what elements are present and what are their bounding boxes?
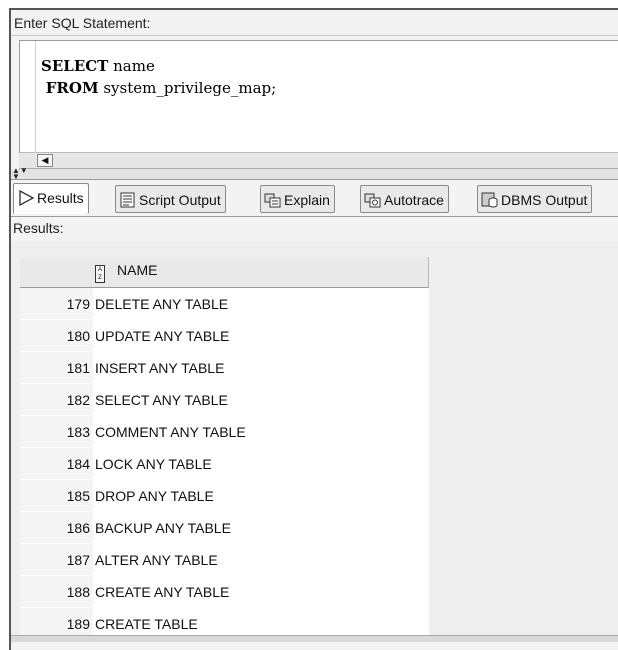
tab-dbms-output[interactable]: DBMS Output <box>477 185 593 213</box>
sql-worksheet: Enter SQL Statement: SELECT name FROM sy… <box>9 8 618 650</box>
table-row[interactable]: 184 LOCK ANY TABLE <box>20 447 429 480</box>
table-row[interactable]: 185 DROP ANY TABLE <box>20 479 429 512</box>
results-grid-area: A Z NAME 179 DELETE ANY TABLE 180 UPDATE ANY… <box>11 241 618 641</box>
row-number-header <box>20 257 93 288</box>
row-number: 186 <box>20 511 93 544</box>
row-number: 183 <box>20 415 93 448</box>
name-column-header-label: NAME <box>117 261 158 278</box>
sql-keyword-from: FROM <box>45 79 99 97</box>
splitter-arrows-icon[interactable]: ▲▼ ▼ <box>12 167 28 181</box>
name-cell[interactable]: DROP ANY TABLE <box>93 479 429 512</box>
table-row[interactable]: 183 COMMENT ANY TABLE <box>20 415 429 448</box>
results-horizontal-scrollbar[interactable] <box>11 635 618 642</box>
name-column-header[interactable]: A Z NAME <box>93 257 429 288</box>
sql-editor[interactable]: SELECT name FROM system_privilege_map; <box>19 40 618 153</box>
row-number: 184 <box>20 447 93 480</box>
name-cell[interactable]: COMMENT ANY TABLE <box>93 415 429 448</box>
pane-splitter[interactable]: ▲▼ ▼ <box>11 167 618 181</box>
explain-icon <box>264 189 282 208</box>
name-cell[interactable]: INSERT ANY TABLE <box>93 351 429 384</box>
name-cell[interactable]: DELETE ANY TABLE <box>93 287 429 320</box>
tab-results-label: Results <box>37 190 84 206</box>
sql-keyword-select: SELECT <box>41 57 109 75</box>
tab-autotrace[interactable]: Autotrace <box>360 185 449 213</box>
tab-explain-label: Explain <box>284 192 330 208</box>
editor-gutter <box>35 41 36 153</box>
row-number: 180 <box>20 319 93 352</box>
table-row[interactable]: 179 DELETE ANY TABLE <box>20 287 429 320</box>
row-number: 181 <box>20 351 93 384</box>
row-number: 185 <box>20 479 93 512</box>
output-tabs: Results Script Output Explain Autotrace … <box>11 183 618 217</box>
table-row[interactable]: 182 SELECT ANY TABLE <box>20 383 429 416</box>
sql-statement-label: Enter SQL Statement: <box>11 10 618 36</box>
row-number: 179 <box>20 287 93 320</box>
script-icon <box>119 189 137 208</box>
tab-script-output-label: Script Output <box>139 192 221 208</box>
play-icon <box>17 187 35 207</box>
row-number: 188 <box>20 575 93 608</box>
results-grid: A Z NAME 179 DELETE ANY TABLE 180 UPDATE ANY… <box>20 257 429 640</box>
column-type-icon: AZ <box>95 264 105 283</box>
name-cell[interactable]: ALTER ANY TABLE <box>93 543 429 576</box>
row-number: 182 <box>20 383 93 416</box>
name-cell[interactable]: BACKUP ANY TABLE <box>93 511 429 544</box>
name-cell[interactable]: UPDATE ANY TABLE <box>93 319 429 352</box>
dbms-icon <box>481 189 499 208</box>
table-row[interactable]: 188 CREATE ANY TABLE <box>20 575 429 608</box>
autotrace-icon <box>364 189 382 208</box>
tab-dbms-output-label: DBMS Output <box>501 192 588 208</box>
sql-code[interactable]: SELECT name FROM system_privilege_map; <box>41 55 276 99</box>
table-row[interactable]: 187 ALTER ANY TABLE <box>20 543 429 576</box>
tab-explain[interactable]: Explain <box>260 185 335 213</box>
table-row[interactable]: 181 INSERT ANY TABLE <box>20 351 429 384</box>
results-label: Results: <box>11 216 618 239</box>
row-number: 187 <box>20 543 93 576</box>
table-row[interactable]: 186 BACKUP ANY TABLE <box>20 511 429 544</box>
grid-header-row: A Z NAME <box>20 257 429 288</box>
editor-horizontal-scrollbar[interactable]: ◀ <box>19 153 618 169</box>
table-row[interactable]: 180 UPDATE ANY TABLE <box>20 319 429 352</box>
name-cell[interactable]: CREATE ANY TABLE <box>93 575 429 608</box>
tab-autotrace-label: Autotrace <box>384 192 444 208</box>
sql-select-columns: name <box>108 57 155 75</box>
name-cell[interactable]: SELECT ANY TABLE <box>93 383 429 416</box>
tab-results[interactable]: Results <box>13 183 89 214</box>
name-cell[interactable]: LOCK ANY TABLE <box>93 447 429 480</box>
scroll-left-arrow-icon[interactable]: ◀ <box>37 154 53 167</box>
sql-from-table: system_privilege_map; <box>98 79 277 97</box>
tab-script-output[interactable]: Script Output <box>115 185 226 213</box>
